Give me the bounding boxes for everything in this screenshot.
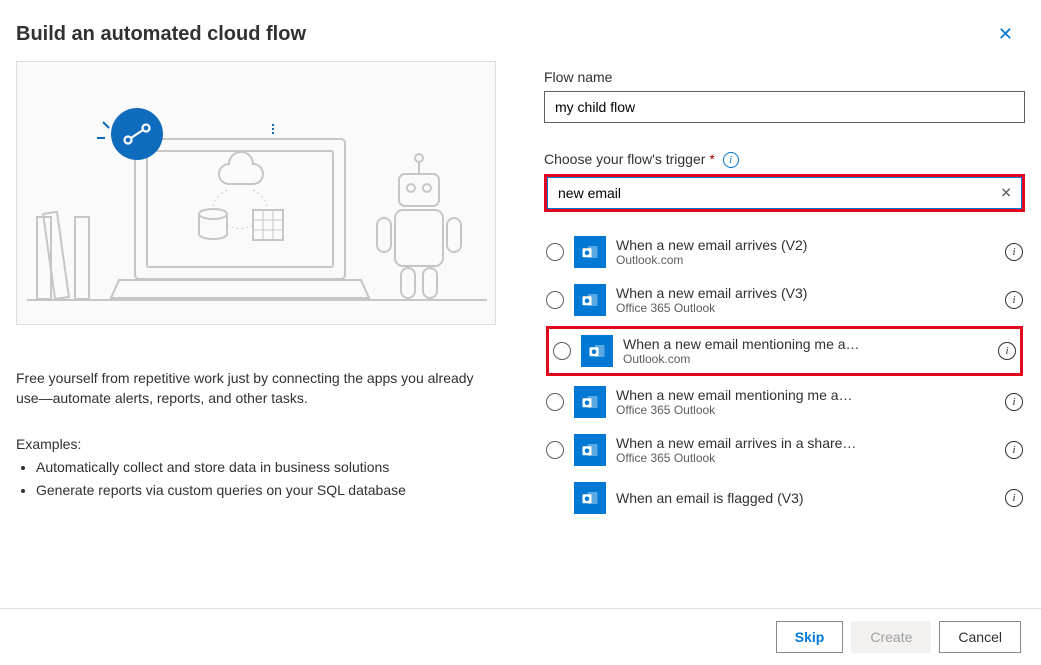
outlook-icon	[574, 482, 606, 514]
dialog-header: Build an automated cloud flow ✕	[0, 0, 1041, 61]
trigger-title: When a new email arrives (V2)	[616, 237, 995, 253]
flow-name-input[interactable]	[544, 91, 1025, 123]
trigger-text: When a new email arrives (V2)Outlook.com	[616, 237, 995, 267]
trigger-title: When a new email mentioning me a…	[623, 336, 988, 352]
trigger-subtitle: Office 365 Outlook	[616, 451, 995, 465]
trigger-search-wrap: ✕	[544, 174, 1025, 212]
build-flow-dialog: Build an automated cloud flow ✕	[0, 0, 1041, 665]
outlook-icon	[574, 434, 606, 466]
trigger-row[interactable]: When a new email mentioning me a…Office …	[546, 378, 1023, 426]
trigger-title: When an email is flagged (V3)	[616, 490, 995, 506]
trigger-list[interactable]: When a new email arrives (V2)Outlook.com…	[544, 228, 1025, 608]
create-button[interactable]: Create	[851, 621, 931, 653]
trigger-info-icon[interactable]: i	[1005, 393, 1023, 411]
example-item: Automatically collect and store data in …	[36, 456, 496, 478]
example-item: Generate reports via custom queries on y…	[36, 479, 496, 501]
trigger-row[interactable]: When an email is flagged (V3) i	[546, 474, 1023, 522]
trigger-row[interactable]: When a new email mentioning me a…Outlook…	[546, 326, 1023, 376]
trigger-row[interactable]: When a new email arrives (V2)Outlook.com…	[546, 228, 1023, 276]
clear-search-icon[interactable]: ✕	[1000, 185, 1012, 202]
trigger-title: When a new email mentioning me a…	[616, 387, 995, 403]
trigger-title: When a new email arrives in a share…	[616, 435, 995, 451]
outlook-icon	[574, 386, 606, 418]
examples-list: Automatically collect and store data in …	[16, 456, 496, 501]
flow-name-label: Flow name	[544, 69, 1025, 85]
outlook-icon	[581, 335, 613, 367]
trigger-label: Choose your flow's trigger * i	[544, 151, 1025, 168]
trigger-radio[interactable]	[546, 393, 564, 411]
dialog-title: Build an automated cloud flow	[16, 23, 306, 46]
trigger-radio[interactable]	[546, 441, 564, 459]
flow-illustration	[16, 61, 496, 325]
trigger-info-icon[interactable]: i	[1005, 243, 1023, 261]
trigger-subtitle: Office 365 Outlook	[616, 301, 995, 315]
intro-text: Free yourself from repetitive work just …	[16, 369, 496, 408]
right-panel: Flow name Choose your flow's trigger * i…	[544, 61, 1025, 608]
trigger-info-icon[interactable]: i	[1005, 291, 1023, 309]
trigger-text: When an email is flagged (V3)	[616, 490, 995, 506]
trigger-radio[interactable]	[546, 243, 564, 261]
trigger-text: When a new email arrives in a share…Offi…	[616, 435, 995, 465]
trigger-subtitle: Office 365 Outlook	[616, 403, 995, 417]
examples-label: Examples:	[16, 436, 496, 452]
required-asterisk: *	[709, 151, 714, 167]
trigger-subtitle: Outlook.com	[616, 253, 995, 267]
trigger-row[interactable]: When a new email arrives (V3)Office 365 …	[546, 276, 1023, 324]
left-panel: Free yourself from repetitive work just …	[16, 61, 496, 608]
trigger-radio[interactable]	[553, 342, 571, 360]
trigger-subtitle: Outlook.com	[623, 352, 988, 366]
trigger-title: When a new email arrives (V3)	[616, 285, 995, 301]
cancel-button[interactable]: Cancel	[939, 621, 1021, 653]
trigger-text: When a new email arrives (V3)Office 365 …	[616, 285, 995, 315]
dialog-content: Free yourself from repetitive work just …	[0, 61, 1041, 608]
trigger-info-icon[interactable]: i	[1005, 489, 1023, 507]
trigger-info-icon[interactable]: i	[998, 342, 1016, 360]
trigger-radio[interactable]	[546, 291, 564, 309]
outlook-icon	[574, 284, 606, 316]
trigger-info-icon[interactable]: i	[1005, 441, 1023, 459]
trigger-text: When a new email mentioning me a…Office …	[616, 387, 995, 417]
dialog-footer: Skip Create Cancel	[0, 608, 1041, 665]
close-icon[interactable]: ✕	[994, 20, 1017, 49]
trigger-search-input[interactable]	[547, 177, 1022, 209]
trigger-label-text: Choose your flow's trigger	[544, 151, 705, 167]
info-icon[interactable]: i	[723, 152, 739, 168]
outlook-icon	[574, 236, 606, 268]
trigger-text: When a new email mentioning me a…Outlook…	[623, 336, 988, 366]
skip-button[interactable]: Skip	[776, 621, 844, 653]
trigger-row[interactable]: When a new email arrives in a share…Offi…	[546, 426, 1023, 474]
